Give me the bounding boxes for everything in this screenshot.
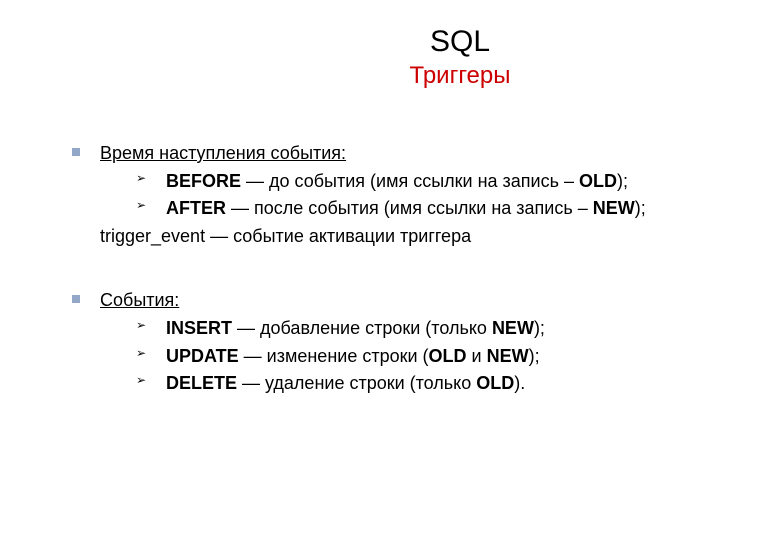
sub-item: ➢ UPDATE — изменение строки (OLD и NEW); [136,343,730,369]
sub-item: ➢ DELETE — удаление строки (только OLD). [136,370,730,396]
slide-title: SQL [260,24,660,60]
term-tail: OLD [429,346,467,366]
desc-text: — после события (имя ссылки на запись – [226,198,593,218]
slide: SQL Триггеры Время наступления события: … [0,0,780,540]
desc-text: — удаление строки (только [237,373,476,393]
section-heading: События: [100,287,730,313]
term-tail: OLD [476,373,514,393]
term-tail: NEW [593,198,635,218]
sublist: ➢ INSERT — добавление строки (только NEW… [136,315,730,395]
tail-after: ); [534,318,545,338]
arrow-bullet-icon: ➢ [136,372,146,389]
mid-text: и [467,346,487,366]
desc-text: — изменение строки ( [239,346,429,366]
sub-item: ➢ BEFORE — до события (имя ссылки на зап… [136,168,730,194]
term-tail2: NEW [487,346,529,366]
arrow-bullet-icon: ➢ [136,345,146,362]
tail-after: ); [529,346,540,366]
slide-body: Время наступления события: ➢ BEFORE — до… [100,140,730,396]
section-footer: trigger_event — событие активации тригге… [100,223,730,249]
term: AFTER [166,198,226,218]
term-tail: NEW [492,318,534,338]
term: BEFORE [166,171,241,191]
desc-text: — добавление строки (только [232,318,492,338]
bullet-item: События: ➢ INSERT — добавление строки (т… [100,287,730,395]
term: DELETE [166,373,237,393]
square-bullet-icon [72,148,80,156]
sub-item: ➢ INSERT — добавление строки (только NEW… [136,315,730,341]
tail-after: ). [514,373,525,393]
bullet-item: Время наступления события: ➢ BEFORE — до… [100,140,730,249]
square-bullet-icon [72,295,80,303]
slide-subtitle: Триггеры [260,62,660,90]
sub-item: ➢ AFTER — после события (имя ссылки на з… [136,195,730,221]
arrow-bullet-icon: ➢ [136,170,146,187]
term: UPDATE [166,346,239,366]
section-heading: Время наступления события: [100,140,730,166]
tail-after: ); [617,171,628,191]
tail-after: ); [635,198,646,218]
desc-text: — до события (имя ссылки на запись – [241,171,579,191]
term: INSERT [166,318,232,338]
arrow-bullet-icon: ➢ [136,317,146,334]
sublist: ➢ BEFORE — до события (имя ссылки на зап… [136,168,730,221]
term-tail: OLD [579,171,617,191]
title-block: SQL Триггеры [260,24,660,90]
arrow-bullet-icon: ➢ [136,197,146,214]
